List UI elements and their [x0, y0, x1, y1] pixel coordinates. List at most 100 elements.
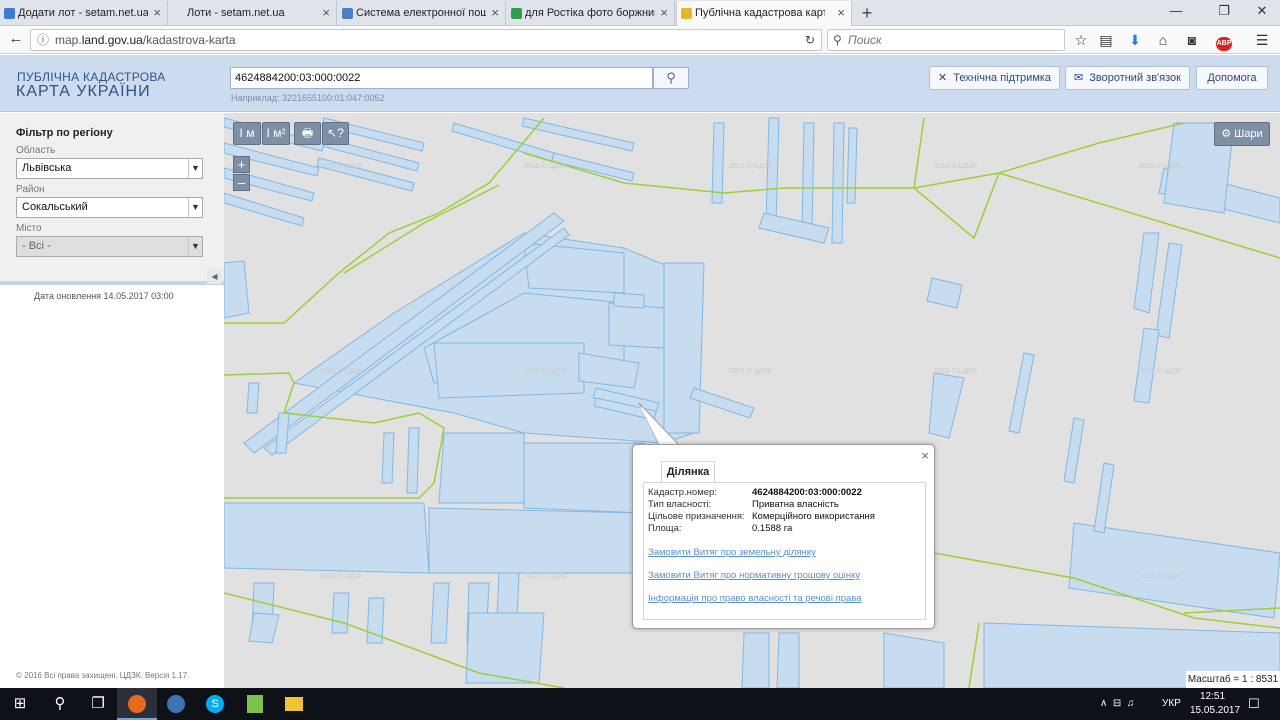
print-tool[interactable]: 🖶 — [294, 122, 321, 145]
parcel[interactable] — [1133, 327, 1160, 404]
parcel[interactable] — [801, 122, 815, 234]
parcel[interactable] — [438, 432, 525, 504]
order-parcel-extract-link[interactable]: Замовити Витяг про земельну ділянку — [648, 547, 816, 558]
info-icon[interactable]: ⓘ — [37, 30, 49, 50]
cadastral-map[interactable]: 2015 © ЦДЗК 2015 © ЦДЗК 2015 © ЦДЗК 2015… — [224, 113, 1280, 688]
parcel[interactable] — [1155, 242, 1183, 339]
parcel[interactable] — [224, 192, 305, 227]
close-tab-icon[interactable]: × — [837, 1, 845, 25]
tab-title: Додати лот - setam.net.ua — [18, 7, 148, 19]
clock-time[interactable]: 12:51 — [1200, 691, 1225, 702]
notepad-icon[interactable] — [235, 688, 275, 720]
reading-list-icon[interactable]: ▤ — [1097, 31, 1115, 49]
close-tab-icon[interactable]: × — [153, 1, 161, 25]
clock-date[interactable]: 15.05.2017 — [1190, 705, 1240, 716]
district-select[interactable]: Сокальський ▼ — [16, 197, 203, 218]
parcel[interactable] — [523, 442, 645, 514]
parcel[interactable] — [711, 122, 725, 204]
parcel[interactable] — [1133, 232, 1160, 314]
parcel[interactable] — [430, 582, 450, 644]
ownership-rights-link[interactable]: Інформація про право власності та речові… — [648, 593, 862, 604]
region-select[interactable]: Львівська ▼ — [16, 158, 203, 179]
parcel[interactable] — [1008, 352, 1035, 434]
new-tab-button[interactable]: + — [858, 2, 876, 24]
parcel[interactable] — [765, 117, 780, 224]
skype-icon[interactable]: S — [195, 688, 235, 720]
home-icon[interactable]: ⌂ — [1154, 31, 1172, 49]
identify-tool[interactable]: ↖? — [322, 122, 349, 145]
region-label: Область — [16, 145, 56, 156]
parcel[interactable] — [521, 117, 635, 152]
search-icon[interactable]: ⚲ — [40, 688, 80, 720]
parcel[interactable] — [246, 382, 260, 414]
parcel[interactable] — [248, 612, 280, 644]
collapse-panel-button[interactable]: ◀ — [207, 269, 222, 284]
help-button[interactable]: Допомога — [1196, 66, 1268, 90]
parcel[interactable] — [741, 632, 770, 688]
parcel[interactable] — [613, 292, 645, 309]
close-tab-icon[interactable]: × — [660, 1, 668, 25]
pocket-icon[interactable]: ◙ — [1183, 31, 1201, 49]
zoom-in-button[interactable]: + — [233, 156, 250, 173]
minimize-icon[interactable]: — — [1164, 3, 1188, 18]
parcel[interactable] — [831, 122, 845, 244]
firefox-icon[interactable] — [117, 688, 157, 720]
download-icon[interactable]: ⬇ — [1126, 31, 1144, 49]
parcel[interactable] — [776, 632, 800, 688]
notifications-icon[interactable]: ☐ — [1248, 696, 1260, 712]
close-tab-icon[interactable]: × — [322, 1, 330, 25]
url-prefix: map. — [55, 33, 82, 47]
city-select[interactable]: - Всі - ▼ — [16, 236, 203, 257]
adblock-icon[interactable]: ABP — [1212, 31, 1236, 51]
parcel[interactable] — [428, 507, 645, 574]
watermark: 2015 © ЦДЗК — [934, 368, 977, 375]
tab-title: Публічна кадастрова карта — [695, 7, 825, 19]
parcel[interactable] — [926, 277, 963, 309]
browser-tab-5-active[interactable]: Публічна кадастрова карта × — [676, 1, 852, 26]
parcel[interactable] — [406, 427, 420, 494]
tech-support-button[interactable]: ✕ Технічна підтримка — [929, 66, 1061, 90]
thunderbird-icon[interactable] — [156, 688, 196, 720]
language-indicator[interactable]: УКР — [1162, 698, 1181, 709]
parcel[interactable] — [1093, 462, 1115, 534]
zoom-out-button[interactable]: – — [233, 174, 250, 191]
parcel[interactable] — [608, 302, 665, 349]
maximize-icon[interactable]: ❐ — [1212, 3, 1236, 19]
browser-tab-4[interactable]: для Ростіка фото боржник × — [507, 1, 675, 26]
reload-icon[interactable]: ↻ — [805, 30, 815, 50]
parcel[interactable] — [1063, 417, 1085, 484]
close-window-icon[interactable]: ✕ — [1250, 3, 1274, 19]
file-explorer-icon[interactable] — [274, 688, 314, 720]
parcel[interactable] — [846, 127, 858, 204]
cadastral-number-input[interactable]: 4624884200:03:000:0022 — [230, 67, 653, 89]
browser-tab-1[interactable]: Додати лот - setam.net.ua × — [0, 1, 168, 26]
cadastral-search-button[interactable]: ⚲ — [653, 67, 689, 89]
parcel[interactable] — [381, 432, 395, 484]
parcel[interactable] — [883, 632, 945, 688]
tab-parcel[interactable]: Ділянка — [661, 461, 715, 482]
tray-icons[interactable]: ∧ ⊟ ♫ — [1100, 698, 1134, 709]
bookmark-star-icon[interactable]: ☆ — [1072, 31, 1090, 49]
close-tab-icon[interactable]: × — [491, 1, 499, 25]
parcel[interactable] — [224, 260, 250, 319]
layers-button[interactable]: ⚙ Шари — [1214, 122, 1270, 146]
close-icon[interactable]: × — [921, 448, 929, 463]
address-bar[interactable]: ⓘ map.land.gov.ua/kadastrova-karta ↻ — [30, 29, 822, 51]
parcel[interactable] — [758, 212, 830, 244]
parcel[interactable] — [1068, 522, 1280, 619]
watermark: 2015 © ЦДЗК — [729, 368, 772, 375]
feedback-button[interactable]: ✉ Зворотний зв'язок — [1065, 66, 1190, 90]
browser-search-input[interactable]: ⚲ Поиск — [827, 29, 1065, 51]
browser-tab-2[interactable]: Лоти - setam.net.ua × — [169, 1, 337, 26]
back-icon[interactable]: ← — [7, 30, 25, 48]
windows-start-icon[interactable]: ⊞ — [0, 688, 40, 720]
parcel[interactable] — [224, 502, 430, 574]
parcel[interactable] — [331, 592, 350, 634]
menu-icon[interactable]: ☰ — [1253, 31, 1271, 49]
measure-area-tool[interactable]: I м² — [262, 122, 290, 145]
browser-tab-3[interactable]: Система електронної пош × — [338, 1, 506, 26]
task-view-icon[interactable]: ❐ — [78, 688, 118, 720]
order-valuation-extract-link[interactable]: Замовити Витяг про нормативну грошову оц… — [648, 570, 860, 581]
parcel[interactable] — [928, 372, 965, 439]
measure-distance-tool[interactable]: I м — [233, 122, 261, 145]
